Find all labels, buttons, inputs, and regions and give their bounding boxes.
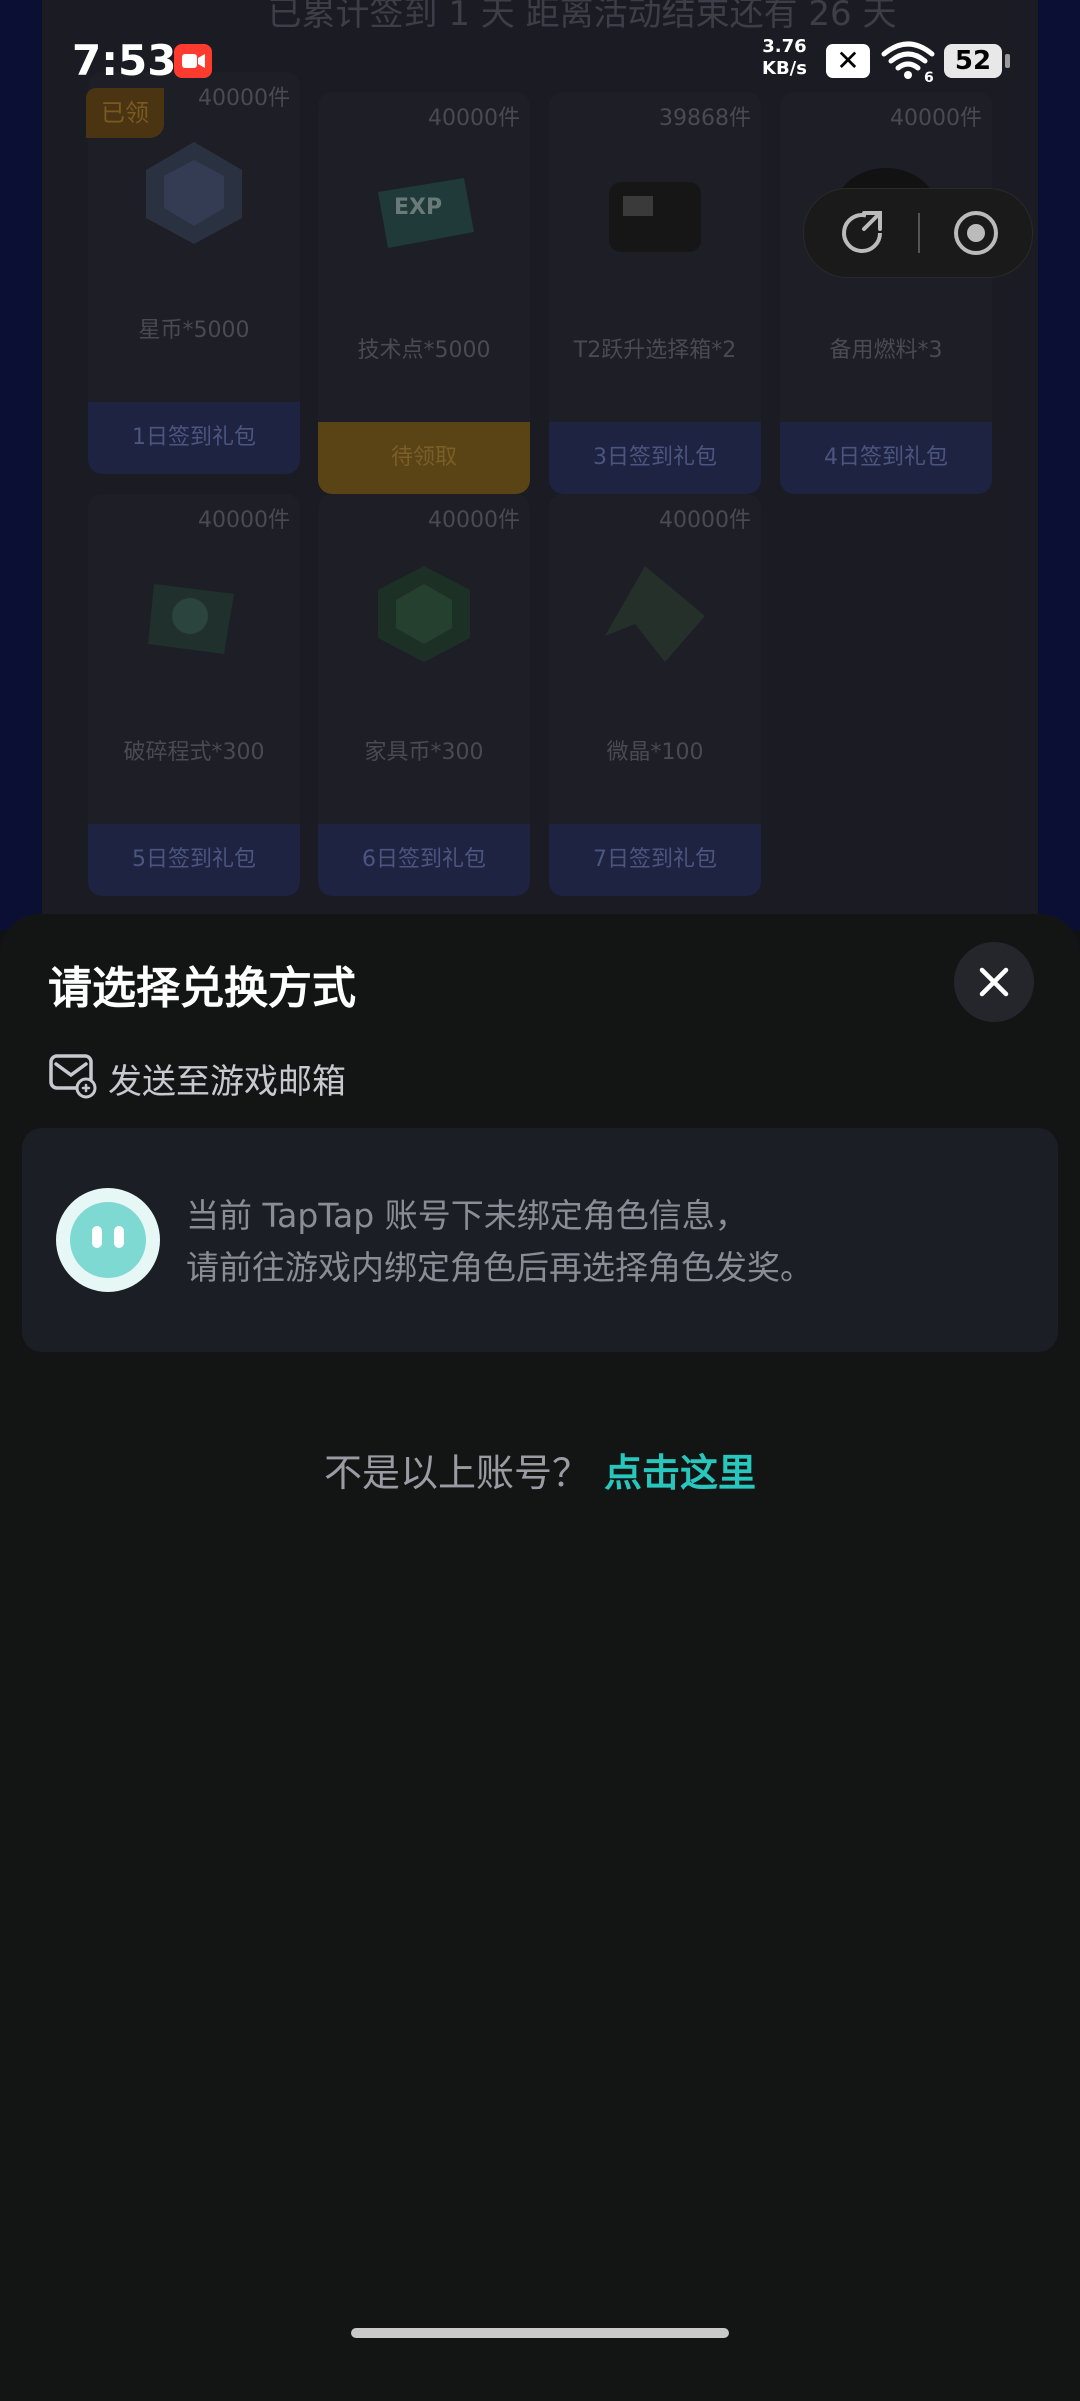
switch-account-link[interactable]: 点击这里 <box>604 1451 756 1495</box>
sheet-title: 请选择兑换方式 <box>48 963 356 1014</box>
close-button[interactable] <box>954 942 1034 1022</box>
share-icon[interactable] <box>836 207 888 259</box>
exp-card-icon: EXP <box>378 178 474 248</box>
reward-stock: 40000件 <box>428 508 520 533</box>
screen-record-icon <box>174 44 212 78</box>
program-icon <box>148 584 234 654</box>
capsule-divider <box>918 213 920 253</box>
avatar-eye <box>114 1226 124 1248</box>
wifi-icon: 6 <box>880 40 936 86</box>
reward-claim-button[interactable]: 6日签到礼包 <box>318 824 530 896</box>
reward-name: 技术点*5000 <box>357 338 491 363</box>
reward-card-day3: 39868件 T2跃升选择箱*2 3日签到礼包 <box>549 92 761 494</box>
reward-card-day5: 40000件 破碎程式*300 5日签到礼包 <box>88 494 300 896</box>
mini-program-capsule <box>803 188 1033 278</box>
reward-name: T2跃升选择箱*2 <box>573 338 737 363</box>
network-speed: 3.76 KB/s <box>762 36 807 80</box>
mailbox-icon <box>49 1054 97 1099</box>
reward-card-day2: 40000件 EXP 技术点*5000 待领取 <box>318 92 530 494</box>
furniture-coin-icon <box>378 566 470 662</box>
background-page: 已累计签到 1 天 距离活动结束还有 26 天 40000件 星币*5000 1… <box>0 0 1080 930</box>
crystal-icon <box>605 566 705 662</box>
reward-claim-button[interactable]: 待领取 <box>318 422 530 494</box>
home-indicator[interactable] <box>351 2328 729 2338</box>
avatar-eye <box>92 1226 102 1248</box>
avatar-face <box>70 1202 146 1278</box>
svg-text:EXP: EXP <box>394 195 442 220</box>
wifi-standard-label: 6 <box>924 70 934 82</box>
reward-stock: 40000件 <box>659 508 751 533</box>
coin-icon <box>146 142 242 244</box>
network-speed-unit: KB/s <box>762 58 807 79</box>
reward-claim-button[interactable]: 4日签到礼包 <box>780 422 992 494</box>
reward-claim-button[interactable]: 3日签到礼包 <box>549 422 761 494</box>
reward-card-day7: 40000件 微晶*100 7日签到礼包 <box>549 494 761 896</box>
battery-icon: 52 <box>944 44 1010 78</box>
switch-account-question: 不是以上账号？ <box>323 1451 590 1495</box>
close-icon <box>979 967 1009 997</box>
reward-name: 微晶*100 <box>606 740 704 765</box>
network-speed-value: 3.76 <box>762 36 807 57</box>
reward-claim-button[interactable]: 5日签到礼包 <box>88 824 300 896</box>
reward-name: 破碎程式*300 <box>123 740 265 765</box>
notice-text: 当前 TapTap 账号下未绑定角色信息， 请前往游戏内绑定角色后再选择角色发奖… <box>186 1190 813 1294</box>
reward-card-day4: 40000件 备用燃料*3 4日签到礼包 <box>780 92 992 494</box>
reward-stock: 40000件 <box>198 508 290 533</box>
reward-claim-button[interactable]: 7日签到礼包 <box>549 824 761 896</box>
reward-name: 备用燃料*3 <box>829 338 943 363</box>
no-sim-icon: ✕ <box>826 44 870 78</box>
chest-icon <box>609 182 701 252</box>
switch-account-row: 不是以上账号？ 点击这里 <box>0 1442 1080 1497</box>
notice-line-1: 当前 TapTap 账号下未绑定角色信息， <box>186 1196 748 1235</box>
reward-name: 星币*5000 <box>138 318 250 343</box>
mailbox-option-label: 发送至游戏邮箱 <box>108 1062 346 1102</box>
clock: 7:53 <box>72 36 177 85</box>
notice-line-2: 请前往游戏内绑定角色后再选择角色发奖。 <box>186 1248 813 1287</box>
record-icon[interactable] <box>950 207 1002 259</box>
status-bar: 7:53 3.76 KB/s ✕ 6 52 <box>0 0 1080 120</box>
unbound-role-notice: 当前 TapTap 账号下未绑定角色信息， 请前往游戏内绑定角色后再选择角色发奖… <box>22 1128 1058 1352</box>
reward-name: 家具币*300 <box>364 740 484 765</box>
taptap-avatar-icon <box>56 1188 160 1292</box>
reward-card-day6: 40000件 家具币*300 6日签到礼包 <box>318 494 530 896</box>
redeem-method-sheet: 请选择兑换方式 发送至游戏邮箱 当前 TapTap 账号下未绑定角色信息， 请前… <box>0 914 1080 2401</box>
reward-claim-button[interactable]: 1日签到礼包 <box>88 402 300 474</box>
